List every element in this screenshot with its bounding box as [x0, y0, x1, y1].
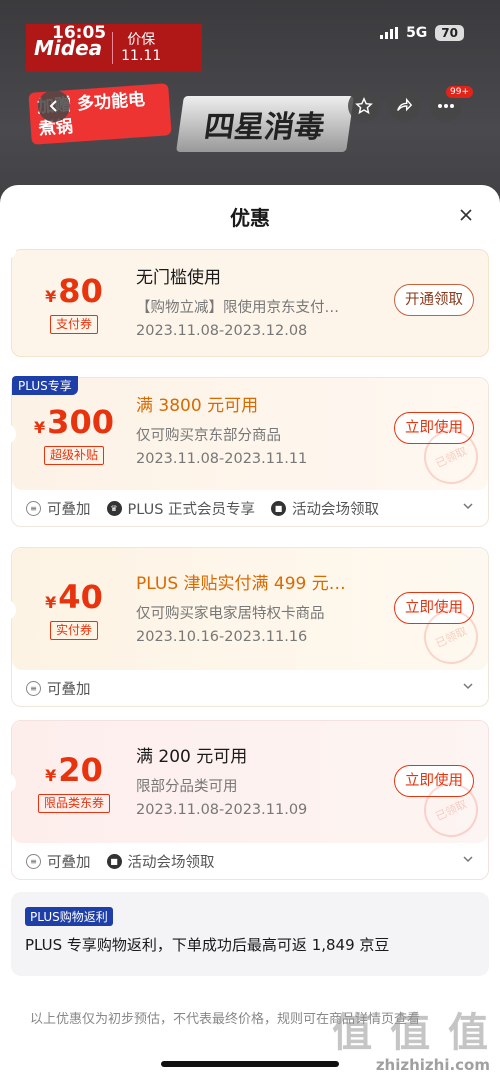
signal-icon [380, 27, 399, 39]
chevron-down-icon[interactable] [462, 500, 474, 512]
site-watermark: 值 值 值 zhizhizhi.com [332, 1000, 490, 1074]
close-button[interactable] [456, 205, 476, 225]
coupon-type-tag: 支付券 [49, 315, 98, 334]
coupon-card: ¥40 实付券 PLUS 津贴实付满 499 元… 仅可购买家电家居特权卡商品 … [6, 547, 489, 707]
coupon: PLUS专享 ¥300 超级补贴 满 3800 元可用 仅可购买京东部分商品 2… [6, 376, 488, 493]
currency-symbol: ¥ [45, 593, 57, 612]
watermark-logo: 值 值 值 [332, 1010, 490, 1056]
coupon-type-tag: 超级补贴 [43, 446, 104, 465]
notification-badge: 99+ [446, 86, 473, 98]
network-label: 5G [406, 25, 428, 41]
ticket-icon: ■ [106, 853, 122, 869]
event-claim-label: 活动会场领取 [127, 854, 215, 871]
home-indicator[interactable] [161, 1061, 339, 1067]
share-button[interactable] [388, 90, 420, 122]
coupon-desc: 仅可购买家电家居特权卡商品 [136, 606, 325, 622]
coupon-title: 无门槛使用 [136, 268, 221, 288]
favorite-button[interactable] [348, 90, 380, 122]
coupon-date: 2023.11.08-2023.12.08 [136, 323, 308, 339]
status-time: 16:05 [52, 23, 107, 43]
more-icon [438, 104, 454, 108]
stackable-label: 可叠加 [47, 854, 91, 871]
coupon-amount: 20 [58, 751, 103, 789]
offers-sheet: 优惠 ¥80 支付券 无门槛使用 【购物立减】限使用京东支付… 2023.11.… [0, 185, 500, 1081]
coupon-footer: ≡ 可叠加 [12, 670, 488, 706]
promo-headline: 四星消毒 [176, 96, 354, 152]
currency-symbol: ¥ [45, 287, 57, 306]
coupon-value: ¥40 实付券 [12, 548, 136, 670]
coupon-type-tag: 限品类东券 [37, 794, 110, 813]
coupon-card: PLUS专享 ¥300 超级补贴 满 3800 元可用 仅可购买京东部分商品 2… [6, 376, 489, 527]
chevron-down-icon[interactable] [462, 853, 474, 865]
coupon: ¥20 限品类东券 满 200 元可用 限部分品类可用 2023.11.08-2… [6, 721, 488, 846]
coupon: ¥80 支付券 无门槛使用 【购物立减】限使用京东支付… 2023.11.08-… [6, 244, 489, 357]
coupon-amount: 300 [47, 403, 114, 441]
coupon-title: 满 3800 元可用 [136, 396, 259, 416]
battery-icon: 70 [435, 25, 464, 41]
watermark-url: zhizhizhi.com [375, 1056, 490, 1074]
plus-rebate-card: PLUS购物返利 PLUS 专享购物返利，下单成功后最高可返 1,849 京豆 [11, 892, 489, 976]
stackable-label: 可叠加 [47, 501, 91, 518]
share-icon [397, 97, 413, 112]
coupon-desc: 【购物立减】限使用京东支付… [136, 300, 339, 316]
coupon-footer: ≡ 可叠加 ■ 活动会场领取 [12, 843, 488, 879]
currency-symbol: ¥ [34, 418, 46, 437]
plus-member-label: PLUS 正式会员专享 [127, 501, 256, 518]
coupon-title: PLUS 津贴实付满 499 元… [136, 574, 346, 594]
currency-symbol: ¥ [45, 766, 57, 785]
close-icon [460, 209, 472, 221]
plus-rebate-text: PLUS 专享购物返利，下单成功后最高可返 1,849 京豆 [25, 936, 390, 954]
coupon-card: ¥20 限品类东券 满 200 元可用 限部分品类可用 2023.11.08-2… [6, 720, 489, 880]
coupon-amount: 80 [58, 272, 103, 310]
event-claim-label: 活动会场领取 [292, 501, 380, 518]
ticket-icon: ■ [271, 500, 287, 516]
coupon-card: ¥80 支付券 无门槛使用 【购物立减】限使用京东支付… 2023.11.08-… [6, 244, 489, 357]
coupon: ¥40 实付券 PLUS 津贴实付满 499 元… 仅可购买家电家居特权卡商品 … [6, 548, 488, 673]
stackable-icon: ≡ [26, 853, 41, 869]
coupon-desc: 仅可购买京东部分商品 [136, 428, 281, 444]
crown-icon: ♛ [106, 500, 122, 516]
coupon-title: 满 200 元可用 [136, 747, 248, 767]
coupon-value: ¥80 支付券 [12, 250, 136, 356]
coupon-amount: 40 [58, 578, 103, 616]
coupon-footer: ≡ 可叠加 ♛ PLUS 正式会员专享 ■ 活动会场领取 [12, 490, 488, 526]
chevron-left-icon [49, 100, 57, 112]
stackable-icon: ≡ [26, 680, 41, 696]
coupon-value: ¥20 限品类东券 [12, 721, 136, 843]
star-icon [355, 97, 373, 115]
activate-claim-button[interactable]: 开通领取 [394, 284, 474, 316]
sheet-title: 优惠 [230, 205, 270, 230]
plus-exclusive-tag: PLUS专享 [12, 376, 78, 395]
plus-rebate-tag: PLUS购物返利 [25, 907, 113, 926]
coupon-type-tag: 实付券 [49, 621, 98, 640]
stackable-label: 可叠加 [47, 681, 91, 698]
coupon-desc: 限部分品类可用 [136, 779, 238, 795]
chevron-down-icon[interactable] [462, 680, 474, 692]
stackable-icon: ≡ [26, 500, 41, 516]
status-bar: 16:05 5G 70 [52, 22, 464, 44]
sheet-header: 优惠 [0, 185, 500, 247]
back-button[interactable] [38, 90, 70, 122]
